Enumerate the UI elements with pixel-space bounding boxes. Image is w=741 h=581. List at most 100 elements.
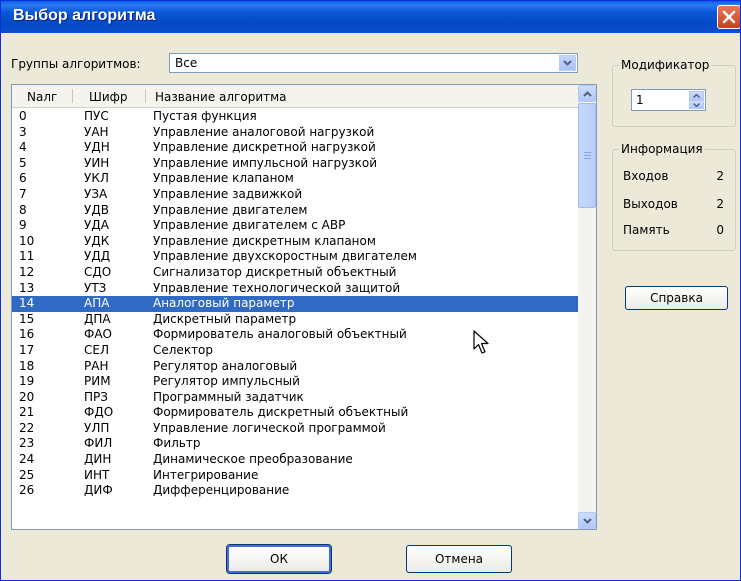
algorithm-number: 20 (19, 389, 35, 404)
algorithm-name: Динамическое преобразование (153, 452, 353, 467)
list-item[interactable]: 19 РИМ Регулятор импульсный (12, 374, 578, 390)
algorithm-name: Управление аналоговой нагрузкой (153, 124, 375, 139)
algorithm-code: УТЗ (84, 280, 107, 295)
modifier-value[interactable]: 1 (636, 93, 644, 107)
modifier-spinner[interactable]: 1 (631, 89, 706, 111)
list-item[interactable]: 10 УДК Управление дискретным клапаном (12, 234, 578, 250)
algorithm-name: Регулятор импульсный (153, 374, 300, 389)
algorithm-name: Дифференцирование (153, 483, 290, 498)
list-item[interactable]: 18 РАН Регулятор аналоговый (12, 359, 578, 375)
algorithm-code: СДО (84, 264, 112, 279)
algorithm-code: ПРЗ (84, 389, 108, 404)
arrow-up-icon (582, 90, 592, 97)
algorithm-number: 16 (19, 327, 35, 342)
grip-line (584, 158, 591, 159)
algorithm-name: Интегрирование (153, 467, 259, 482)
column-divider[interactable] (72, 89, 73, 103)
list-header: Nалг Шифр Название алгоритма (12, 85, 578, 108)
list-item[interactable]: 11 УДД Управление двухскоростным двигателе… (12, 249, 578, 265)
info-legend: Информация (619, 142, 705, 156)
list-item[interactable]: 9 УДА Управление двигателем с АВР (12, 218, 578, 234)
algorithm-number: 18 (19, 358, 35, 373)
list-item[interactable]: 0 ПУС Пустая функция (12, 109, 578, 125)
list-item[interactable]: 14 АПА Аналоговый параметр (12, 296, 578, 312)
list-item[interactable]: 24 ДИН Динамическое преобразование (12, 452, 578, 468)
algorithm-code: СЕЛ (84, 342, 109, 357)
vertical-scrollbar[interactable] (578, 85, 596, 529)
column-header-number[interactable]: Nалг (27, 90, 57, 104)
ok-button[interactable]: ОК (226, 544, 332, 574)
cancel-button[interactable]: Отмена (406, 545, 512, 573)
arrow-down-icon (693, 102, 700, 107)
algorithm-number: 6 (19, 171, 27, 186)
scroll-up-button[interactable] (578, 85, 596, 102)
inputs-value: 2 (716, 169, 724, 183)
list-item[interactable]: 13 УТЗ Управление технологической защитой (12, 281, 578, 297)
list-item[interactable]: 23 ФИЛ Фильтр (12, 436, 578, 452)
algorithm-name: Управление задвижкой (153, 186, 303, 201)
spin-down-button[interactable] (689, 100, 704, 109)
list-item[interactable]: 16 ФАО Формирователь аналоговый объектный (12, 327, 578, 343)
algorithm-code: УДВ (84, 202, 109, 217)
algorithm-name: Регулятор аналоговый (153, 358, 298, 373)
chevron-down-icon (563, 60, 572, 66)
algorithm-code: ФАО (84, 327, 112, 342)
algorithm-code: УДД (84, 249, 111, 264)
algorithm-name: Управление клапаном (153, 171, 294, 186)
algorithm-name: Управление двигателем (153, 202, 308, 217)
list-item[interactable]: 5 УИН Управление импульсной нагрузкой (12, 156, 578, 172)
list-item[interactable]: 7 УЗА Управление задвижкой (12, 187, 578, 203)
list-item[interactable]: 21 ФДО Формирователь дискретный объектный (12, 405, 578, 421)
algorithm-name: Управление дискретной нагрузкой (153, 140, 376, 155)
algorithm-name: Программный задатчик (153, 389, 304, 404)
list-item[interactable]: 6 УКЛ Управление клапаном (12, 171, 578, 187)
list-item[interactable]: 8 УДВ Управление двигателем (12, 203, 578, 219)
algorithm-code: ФДО (84, 405, 114, 420)
algorithm-name: Управление импульсной нагрузкой (153, 155, 378, 170)
spinner-buttons (689, 91, 704, 109)
groups-dropdown-button[interactable] (559, 55, 576, 71)
arrow-down-icon (582, 517, 592, 524)
algorithm-name: Фильтр (153, 436, 201, 451)
column-divider[interactable] (145, 89, 146, 103)
list-item[interactable]: 3 УАН Управление аналоговой нагрузкой (12, 125, 578, 141)
algorithm-number: 21 (19, 405, 35, 420)
close-icon (722, 10, 736, 24)
scroll-thumb[interactable] (578, 103, 596, 208)
list-item[interactable]: 20 ПРЗ Программный задатчик (12, 390, 578, 406)
algorithm-number: 5 (19, 155, 27, 170)
algorithm-code: ПУС (84, 109, 109, 123)
algorithm-number: 9 (19, 218, 27, 233)
column-header-code[interactable]: Шифр (89, 90, 128, 104)
algorithm-number: 0 (19, 109, 27, 123)
algorithm-code: ДИН (84, 452, 112, 467)
algorithm-number: 25 (19, 467, 35, 482)
algorithm-number: 12 (19, 264, 35, 279)
help-button[interactable]: Справка (625, 286, 728, 310)
list-rows: 0 ПУС Пустая функция 3 УАН Управление аналого… (12, 109, 578, 499)
spin-up-button[interactable] (689, 91, 704, 100)
column-header-name[interactable]: Название алгоритма (155, 90, 287, 104)
algorithm-name: Дискретный параметр (153, 311, 297, 326)
modifier-legend: Модификатор (619, 58, 712, 72)
title-bar[interactable]: Выбор алгоритма (1, 1, 740, 33)
list-item[interactable]: 25 ИНТ Интегрирование (12, 468, 578, 484)
scroll-down-button[interactable] (578, 512, 596, 529)
algorithm-name: Пустая функция (153, 109, 257, 123)
groups-label: Группы алгоритмов: (11, 57, 141, 71)
algorithm-code: ИНТ (84, 467, 110, 482)
algorithm-code: АПА (84, 296, 110, 311)
algorithm-number: 4 (19, 140, 27, 155)
algorithm-code: ДИФ (84, 483, 113, 498)
list-item[interactable]: 22 УЛП Управление логической программой (12, 421, 578, 437)
list-item[interactable]: 17 СЕЛ Селектор (12, 343, 578, 359)
algorithm-code: РАН (84, 358, 109, 373)
close-button[interactable] (717, 5, 740, 29)
list-item[interactable]: 12 СДО Сигнализатор дискретный объектный (12, 265, 578, 281)
list-item[interactable]: 4 УДН Управление дискретной нагрузкой (12, 140, 578, 156)
inputs-label: Входов (623, 169, 669, 183)
groups-dropdown[interactable]: Все (169, 53, 578, 73)
algorithm-list[interactable]: Nалг Шифр Название алгоритма 0 ПУС Пустая … (11, 84, 597, 530)
list-item[interactable]: 26 ДИФ Дифференцирование (12, 483, 578, 499)
list-item[interactable]: 15 ДПА Дискретный параметр (12, 312, 578, 328)
